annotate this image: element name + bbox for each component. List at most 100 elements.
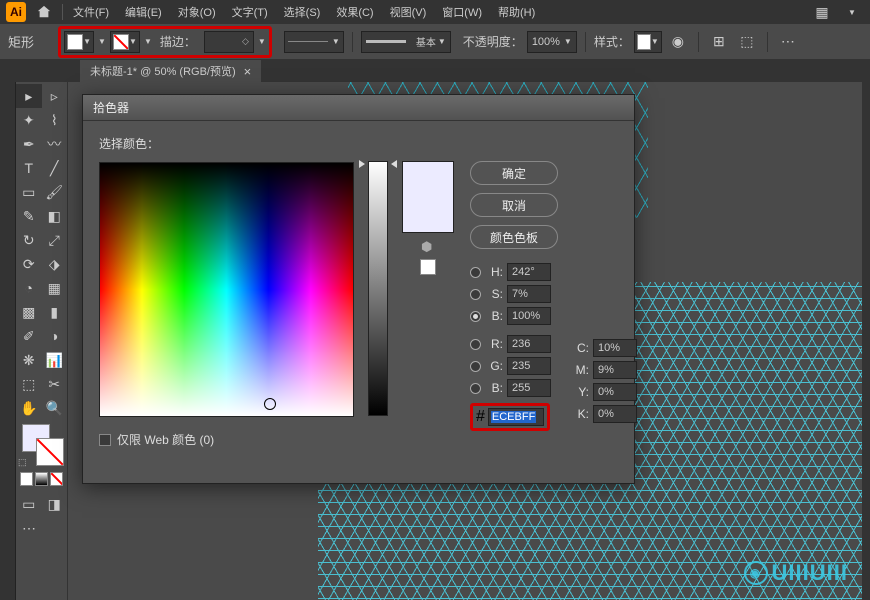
- c-input[interactable]: 10%: [593, 339, 637, 357]
- s-input[interactable]: 7%: [507, 285, 551, 303]
- g-input[interactable]: 235: [507, 357, 551, 375]
- more-options-icon[interactable]: ⋯: [776, 30, 800, 54]
- color-spectrum[interactable]: [99, 162, 354, 417]
- mesh-tool-icon[interactable]: ▩: [16, 300, 42, 324]
- direct-selection-tool-icon[interactable]: ▹: [42, 84, 68, 108]
- type-tool-icon[interactable]: T: [16, 156, 42, 180]
- bri-input[interactable]: 100%: [507, 307, 551, 325]
- menu-edit[interactable]: 编辑(E): [119, 2, 168, 22]
- width-tool-icon[interactable]: ⟳: [16, 252, 42, 276]
- b-radio[interactable]: [470, 311, 481, 322]
- shaper-tool-icon[interactable]: ✎: [16, 204, 42, 228]
- stroke-swatch-button[interactable]: ▼: [110, 31, 140, 53]
- screen-mode-icon[interactable]: ▭: [16, 492, 42, 516]
- stroke-label: 描边：: [160, 33, 196, 50]
- stroke-style-dropdown[interactable]: ▼: [284, 31, 344, 53]
- align-icon[interactable]: ⊞: [707, 30, 731, 54]
- web-only-checkbox[interactable]: 仅限 Web 颜色 (0): [99, 431, 354, 448]
- value-slider[interactable]: [368, 161, 388, 416]
- left-strip: [0, 82, 16, 600]
- free-transform-icon[interactable]: ⬗: [42, 252, 68, 276]
- k-input[interactable]: 0%: [593, 405, 637, 423]
- stroke-width-input[interactable]: ◇: [204, 31, 254, 53]
- graph-tool-icon[interactable]: 📊: [42, 348, 68, 372]
- opacity-input[interactable]: 100%▼: [527, 31, 577, 53]
- checkbox-icon[interactable]: [99, 434, 111, 446]
- separator: [767, 32, 768, 52]
- slice-tool-icon[interactable]: ✂: [42, 372, 68, 396]
- s-radio[interactable]: [470, 289, 481, 300]
- h-radio[interactable]: [470, 267, 481, 278]
- edit-toolbar-icon[interactable]: ⋯: [16, 516, 42, 540]
- slider-handle[interactable]: [363, 160, 393, 166]
- ok-button[interactable]: 确定: [470, 161, 558, 185]
- symbol-spray-icon[interactable]: ❋: [16, 348, 42, 372]
- menu-help[interactable]: 帮助(H): [492, 2, 541, 22]
- blu-input[interactable]: 255: [507, 379, 551, 397]
- blu-radio[interactable]: [470, 383, 481, 394]
- selection-tool-icon[interactable]: ▸: [16, 84, 42, 108]
- fill-stroke-swatches[interactable]: ⬚: [16, 420, 67, 470]
- r-input[interactable]: 236: [507, 335, 551, 353]
- pen-tool-icon[interactable]: ✒: [16, 132, 42, 156]
- rect-tool-icon[interactable]: ▭: [16, 180, 42, 204]
- eyedropper-tool-icon[interactable]: ✐: [16, 324, 42, 348]
- stroke-swatch[interactable]: [36, 438, 64, 466]
- none-mode-icon[interactable]: [50, 472, 63, 486]
- rotate-tool-icon[interactable]: ↻: [16, 228, 42, 252]
- cancel-button[interactable]: 取消: [470, 193, 558, 217]
- style-dropdown[interactable]: ▼: [634, 31, 662, 53]
- line-tool-icon[interactable]: ╱: [42, 156, 68, 180]
- menu-type[interactable]: 文字(T): [226, 2, 274, 22]
- menu-file[interactable]: 文件(F): [67, 2, 115, 22]
- menu-object[interactable]: 对象(O): [172, 2, 222, 22]
- chevron-down-icon[interactable]: ▼: [258, 37, 266, 46]
- menu-effect[interactable]: 效果(C): [330, 2, 379, 22]
- hex-input[interactable]: ECEBFF: [488, 408, 544, 426]
- fill-stroke-highlight: ▼ ▼ ▼ ▼ 描边： ◇ ▼: [58, 26, 272, 58]
- hand-tool-icon[interactable]: ✋: [16, 396, 42, 420]
- blend-tool-icon[interactable]: ◑: [42, 324, 68, 348]
- swap-icon[interactable]: ⬚: [18, 457, 27, 468]
- wand-tool-icon[interactable]: ✦: [16, 108, 42, 132]
- recolor-icon[interactable]: ◉: [666, 30, 690, 54]
- perspective-grid-icon[interactable]: ▦: [42, 276, 68, 300]
- scale-tool-icon[interactable]: ⤢: [42, 228, 68, 252]
- y-input[interactable]: 0%: [593, 383, 637, 401]
- curvature-tool-icon[interactable]: 〰: [42, 132, 68, 156]
- lasso-tool-icon[interactable]: ⌇: [42, 108, 68, 132]
- g-radio[interactable]: [470, 361, 481, 372]
- opacity-label: 不透明度：: [463, 33, 523, 50]
- fill-swatch-button[interactable]: ▼: [64, 31, 94, 53]
- document-tab[interactable]: 未标题-1* @ 50% (RGB/预览) ×: [80, 60, 261, 82]
- r-radio[interactable]: [470, 339, 481, 350]
- eraser-tool-icon[interactable]: ◧: [42, 204, 68, 228]
- gradient-mode-icon[interactable]: [35, 472, 48, 486]
- web-safe-swatch[interactable]: [420, 259, 436, 275]
- home-icon[interactable]: [36, 4, 52, 20]
- layout-icon[interactable]: ▦: [810, 0, 834, 24]
- chevron-down-icon[interactable]: ▼: [98, 37, 106, 46]
- gradient-tool-icon[interactable]: ▮: [42, 300, 68, 324]
- zoom-tool-icon[interactable]: 🔍: [42, 396, 68, 420]
- brush-tool-icon[interactable]: 🖌: [42, 180, 68, 204]
- menu-view[interactable]: 视图(V): [384, 2, 433, 22]
- m-input[interactable]: 9%: [593, 361, 637, 379]
- transform-icon[interactable]: ⬚: [735, 30, 759, 54]
- shape-builder-icon[interactable]: ◔: [16, 276, 42, 300]
- swatches-button[interactable]: 颜色色板: [470, 225, 558, 249]
- shape-label: 矩形: [8, 32, 34, 51]
- screen-mode2-icon[interactable]: ◨: [42, 492, 68, 516]
- color-mode-icon[interactable]: [20, 472, 33, 486]
- chevron-down-icon[interactable]: ▼: [144, 37, 152, 46]
- close-tab-icon[interactable]: ×: [244, 64, 252, 79]
- h-input[interactable]: 242°: [507, 263, 551, 281]
- menu-select[interactable]: 选择(S): [278, 2, 327, 22]
- gamut-warning-icon[interactable]: ⬢: [421, 239, 435, 253]
- artboard-tool-icon[interactable]: ⬚: [16, 372, 42, 396]
- spectrum-cursor[interactable]: [264, 398, 276, 410]
- menu-window[interactable]: 窗口(W): [436, 2, 488, 22]
- layout-dropdown-icon[interactable]: ▼: [840, 0, 864, 24]
- dialog-title[interactable]: 拾色器: [83, 95, 634, 121]
- brush-dropdown[interactable]: 基本▼: [361, 31, 451, 53]
